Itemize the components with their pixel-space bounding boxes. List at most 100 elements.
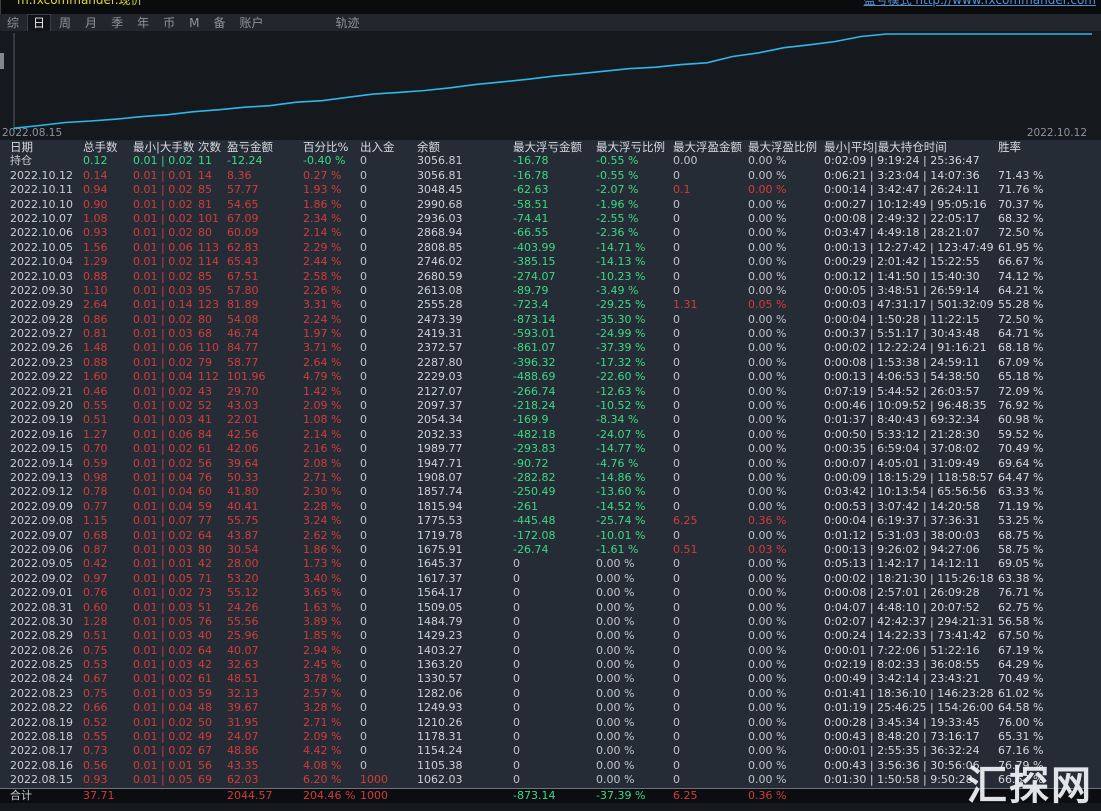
cell-max-float-loss: -385.15	[513, 255, 556, 269]
table-row[interactable]: 2022.09.07 0.68 0.01 | 0.02 64 43.87 2.62 % 0 1…	[0, 529, 1101, 543]
cell-date: 2022.09.27	[10, 327, 73, 341]
cell-max-float-profit: 0	[673, 485, 680, 499]
menu-item-10[interactable]: 账户	[232, 15, 270, 31]
table-row[interactable]: 2022.08.24 0.67 0.01 | 0.02 61 48.51 3.78 % 0 1…	[0, 672, 1101, 686]
cell-max-float-profit: 0	[673, 744, 680, 758]
menu-item-4[interactable]: 月	[78, 15, 104, 31]
table-row[interactable]: 2022.08.18 0.55 0.01 | 0.02 49 24.07 2.09 % 0 1…	[0, 730, 1101, 744]
cell-count: 80	[198, 312, 212, 326]
table-row[interactable]: 2022.09.22 1.60 0.01 | 0.04 112 101.96 4.79 %…	[0, 370, 1101, 384]
table-row[interactable]: 2022.09.06 0.87 0.01 | 0.03 80 30.54 1.86 % 0 1…	[0, 543, 1101, 557]
menu-item-6[interactable]: 年	[130, 15, 156, 31]
table-row[interactable]: 2022.09.30 1.10 0.01 | 0.03 95 57.80 2.26 % 0 2…	[0, 284, 1101, 298]
menu-item-9[interactable]: 备	[206, 15, 232, 31]
cell-deposit-withdraw: 0	[360, 744, 367, 758]
menu-item-5[interactable]: 季	[104, 15, 130, 31]
table-row[interactable]: 2022.10.12 0.14 0.01 | 0.01 14 8.36 0.27 % 0 30…	[0, 169, 1101, 183]
table-row[interactable]: 2022.10.03 0.88 0.01 | 0.02 85 67.51 2.58 % 0 2…	[0, 270, 1101, 284]
table-row[interactable]: 2022.10.11 0.94 0.01 | 0.02 85 57.77 1.93 % 0 3…	[0, 183, 1101, 197]
table-row[interactable]: 2022.08.29 0.51 0.01 | 0.03 40 25.96 1.85 % 0 1…	[0, 629, 1101, 643]
table-row[interactable]: 2022.10.07 1.08 0.01 | 0.02 101 67.09 2.34 % 0…	[0, 212, 1101, 226]
column-header-date[interactable]: 日期	[0, 140, 80, 154]
website-link[interactable]: 盈亏模式 http://www.fxcommander.com	[864, 0, 1096, 8]
column-header-count[interactable]: 次数	[195, 140, 224, 154]
table-row[interactable]: 2022.09.09 0.77 0.01 | 0.04 59 40.41 2.28 % 0 1…	[0, 500, 1101, 514]
table-row[interactable]: 2022.09.29 2.64 0.01 | 0.14 123 81.89 3.31 % 0…	[0, 298, 1101, 312]
table-row[interactable]: 2022.08.23 0.75 0.01 | 0.03 59 32.13 2.57 % 0 1…	[0, 687, 1101, 701]
cell-max-float-loss-pct: 0.00 %	[596, 614, 635, 628]
cell-hold-time: 0:01:41 | 18:36:10 | 146:23:28	[824, 686, 994, 700]
column-header-hold-time[interactable]: 最小|平均|最大持仓时间	[821, 140, 995, 154]
menu-item-7[interactable]: 币	[156, 15, 182, 31]
table-row[interactable]: 2022.09.08 1.15 0.01 | 0.07 77 55.75 3.24 % 0 1…	[0, 514, 1101, 528]
column-header-max-float-profit-pct[interactable]: 最大浮盈比例	[745, 140, 821, 154]
table-row[interactable]: 2022.09.02 0.97 0.01 | 0.05 71 53.20 3.40 % 0 1…	[0, 572, 1101, 586]
menu-item-11[interactable]: 轨迹	[329, 15, 367, 31]
table-header-row[interactable]: 日期 总手数 最小|大手数 次数 盈亏金额 百分比% 出入金 余额 最大浮亏金额 最大浮亏比例 最大…	[0, 140, 1101, 154]
cell-count: 76	[198, 470, 212, 484]
cell-min-max-lots: 0.01 | 0.02	[133, 183, 193, 197]
column-header-total-lots[interactable]: 总手数	[80, 140, 130, 154]
cell-count: 110	[198, 341, 219, 355]
cell-max-float-profit-pct: 0.00 %	[748, 255, 787, 269]
menu-item-8[interactable]: M	[182, 15, 206, 31]
table-row[interactable]: 2022.09.16 1.27 0.01 | 0.06 84 42.56 2.14 % 0 2…	[0, 428, 1101, 442]
column-header-deposit-withdraw[interactable]: 出入金	[357, 140, 414, 154]
column-header-pnl-amount[interactable]: 盈亏金额	[224, 140, 300, 154]
cell-min-max-lots: 0.01 | 0.06	[133, 341, 193, 355]
cell-count: 84	[198, 427, 212, 441]
menu-item-2[interactable]: 日	[27, 13, 52, 32]
table-row[interactable]: 2022.10.04 1.29 0.01 | 0.02 114 65.43 2.44 % 0…	[0, 255, 1101, 269]
table-row[interactable]: 2022.09.01 0.76 0.01 | 0.02 73 55.12 3.65 % 0 1…	[0, 586, 1101, 600]
table-row[interactable]: 2022.09.15 0.70 0.01 | 0.02 61 42.06 2.16 % 0 1…	[0, 442, 1101, 456]
cell-pnl-amount: 50.33	[227, 470, 259, 484]
table-row[interactable]: 2022.10.10 0.90 0.01 | 0.02 81 54.65 1.86 % 0 2…	[0, 198, 1101, 212]
cell-min-max-lots: 0.01 | 0.02	[133, 528, 193, 542]
cell-max-float-profit-pct: 0.00 %	[748, 686, 787, 700]
table-row[interactable]: 2022.09.27 0.81 0.01 | 0.03 68 46.74 1.97 % 0 2…	[0, 327, 1101, 341]
table-row[interactable]: 2022.08.25 0.53 0.01 | 0.03 42 32.63 2.45 % 0 1…	[0, 658, 1101, 672]
cell-max-float-profit: 0	[673, 629, 680, 643]
table-row[interactable]: 2022.09.12 0.78 0.01 | 0.04 60 41.80 2.30 % 0 1…	[0, 485, 1101, 499]
table-row[interactable]: 2022.08.16 0.56 0.01 | 0.01 56 43.35 4.08 % 0 1…	[0, 759, 1101, 773]
left-edge-handle[interactable]	[0, 53, 4, 69]
column-header-max-float-loss[interactable]: 最大浮亏金额	[510, 140, 593, 154]
table-row[interactable]: 2022.09.19 0.51 0.01 | 0.03 41 22.01 1.08 % 0 2…	[0, 413, 1101, 427]
open-position-row[interactable]: 持仓 0.12 0.01 | 0.02 11 -12.24 -0.40 % 0 3056.81…	[0, 154, 1101, 168]
column-header-pnl-percent[interactable]: 百分比%	[300, 140, 357, 154]
total-row[interactable]: 合计 37.71 2044.57 204.46 % 1000 -873.14 -37.39 …	[0, 787, 1101, 803]
cell-max-float-loss: -16.78	[513, 154, 549, 168]
table-row[interactable]: 2022.08.30 1.28 0.01 | 0.05 76 55.56 3.89 % 0 1…	[0, 615, 1101, 629]
table-row[interactable]: 2022.09.21 0.46 0.01 | 0.02 43 29.70 1.42 % 0 2…	[0, 385, 1101, 399]
cell-max-float-profit-pct: 0.00 %	[748, 773, 787, 787]
cell-date: 2022.08.25	[10, 658, 73, 672]
table-row[interactable]: 2022.09.23 0.88 0.01 | 0.02 79 58.77 2.64 % 0 2…	[0, 356, 1101, 370]
table-row[interactable]: 2022.10.05 1.56 0.01 | 0.06 113 62.83 2.29 % 0…	[0, 241, 1101, 255]
cell-max-float-loss: 0	[513, 730, 520, 744]
table-row[interactable]: 2022.08.26 0.75 0.01 | 0.02 64 40.07 2.94 % 0 1…	[0, 644, 1101, 658]
table-row[interactable]: 2022.09.26 1.48 0.01 | 0.06 110 84.77 3.71 % 0…	[0, 341, 1101, 355]
column-header-max-float-profit[interactable]: 最大浮盈金额	[670, 140, 745, 154]
cell-min-max-lots: 0.01 | 0.01	[133, 758, 193, 772]
menu-item-3[interactable]: 周	[52, 15, 78, 31]
table-row[interactable]: 2022.09.05 0.42 0.01 | 0.01 42 28.00 1.73 % 0 1…	[0, 557, 1101, 571]
cell-count: 61	[198, 672, 212, 686]
cell-min-max-lots: 0.01 | 0.03	[133, 658, 193, 672]
column-header-max-float-loss-pct[interactable]: 最大浮亏比例	[593, 140, 670, 154]
table-row[interactable]: 2022.09.14 0.59 0.01 | 0.02 56 39.64 2.08 % 0 1…	[0, 457, 1101, 471]
table-row[interactable]: 2022.08.15 0.93 0.01 | 0.05 69 62.03 6.20 % 10…	[0, 773, 1101, 787]
cell-min-max-lots: 0.01 | 0.03	[133, 629, 193, 643]
column-header-min-max-lots[interactable]: 最小|大手数	[130, 140, 195, 154]
table-row[interactable]: 2022.08.31 0.60 0.01 | 0.03 51 24.26 1.63 % 0 1…	[0, 601, 1101, 615]
table-row[interactable]: 2022.10.06 0.93 0.01 | 0.02 80 60.09 2.14 % 0 2…	[0, 226, 1101, 240]
menu-item-1[interactable]: 综	[0, 15, 26, 31]
table-row[interactable]: 2022.09.13 0.98 0.01 | 0.04 76 50.33 2.71 % 0 1…	[0, 471, 1101, 485]
table-row[interactable]: 2022.09.20 0.55 0.01 | 0.02 52 43.03 2.09 % 0 2…	[0, 399, 1101, 413]
table-row[interactable]: 2022.08.22 0.66 0.01 | 0.04 48 39.67 3.28 % 0 1…	[0, 701, 1101, 715]
table-row[interactable]: 2022.09.28 0.86 0.01 | 0.02 80 54.08 2.24 % 0 2…	[0, 313, 1101, 327]
column-header-win-rate[interactable]: 胜率	[995, 140, 1101, 154]
table-row[interactable]: 2022.08.17 0.73 0.01 | 0.02 67 48.86 4.42 % 0 1…	[0, 744, 1101, 758]
column-header-balance[interactable]: 余额	[414, 140, 510, 154]
cell-total-lots: 0.78	[83, 485, 108, 499]
table-row[interactable]: 2022.08.19 0.52 0.01 | 0.02 50 31.95 2.71 % 0 1…	[0, 716, 1101, 730]
